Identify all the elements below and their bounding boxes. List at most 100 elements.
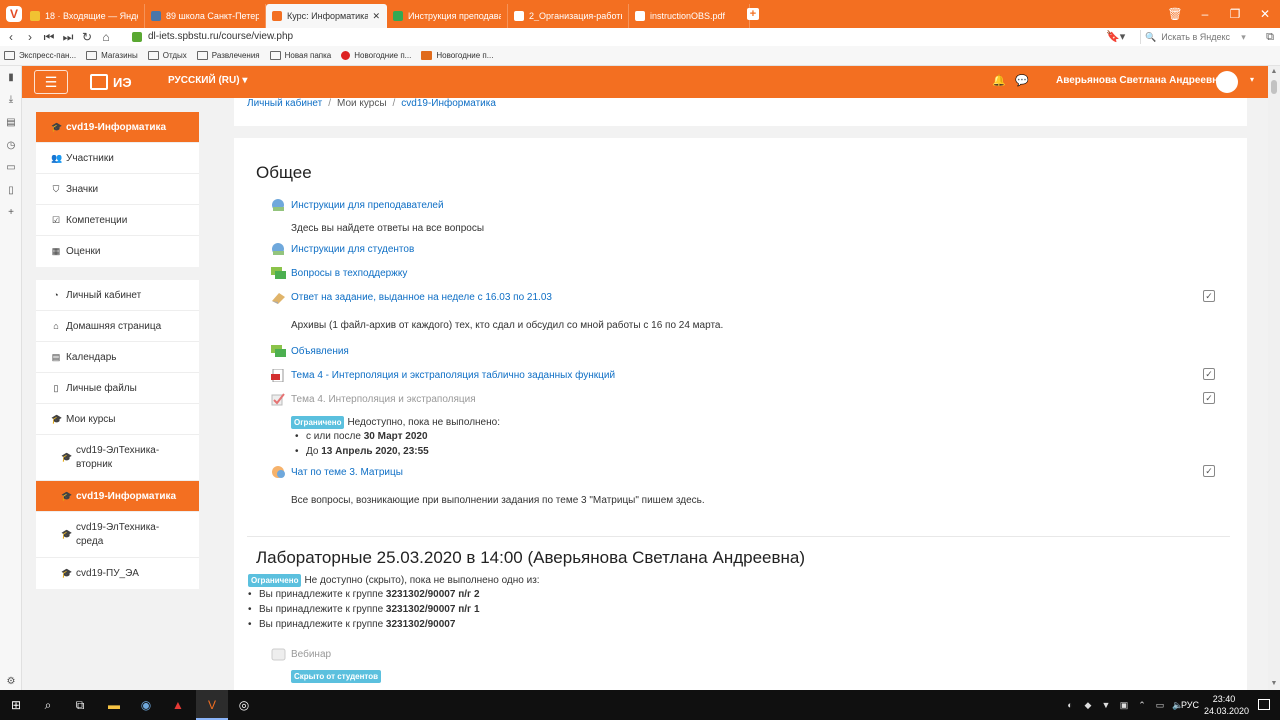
add-panel-icon[interactable]: +	[5, 207, 17, 218]
activity-item[interactable]: Вопросы в техподдержку	[271, 267, 407, 280]
activity-link[interactable]: Ответ на задание, выданное на неделе с 1…	[291, 292, 552, 303]
activity-link[interactable]: Инструкции для студентов	[291, 244, 414, 255]
tab-close-icon[interactable]: ✕	[372, 11, 380, 22]
tray-vivaldi-icon[interactable]: ▼	[1100, 700, 1112, 710]
bookmark-item[interactable]: Отдых	[147, 51, 187, 60]
vivaldi-menu-icon[interactable]: V	[6, 6, 22, 22]
tray-app-icon[interactable]: ▣	[1118, 700, 1130, 711]
bookmark-item[interactable]: Развлечения	[196, 51, 260, 60]
network-icon[interactable]: ▭	[1154, 700, 1166, 711]
nav-item-my-courses[interactable]: 🎓 Мои курсы	[36, 404, 199, 435]
nav-item-competencies[interactable]: ☑ Компетенции	[36, 205, 199, 236]
scroll-down-icon[interactable]: ▼	[1268, 678, 1280, 690]
nav-item-course-link-active[interactable]: 🎓 cvd19-Информатика	[36, 481, 199, 512]
bookmark-item[interactable]: Новая папка	[269, 51, 331, 60]
vivaldi-app-icon[interactable]: V	[196, 690, 228, 720]
tray-chevron-icon[interactable]: ⌃	[1136, 700, 1148, 711]
completion-checkbox-icon[interactable]: ✓	[1203, 290, 1215, 302]
nav-item-course-link[interactable]: 🎓 cvd19-ПУ_ЭА	[36, 558, 199, 589]
breadcrumb-link[interactable]: cvd19-Информатика	[401, 98, 496, 109]
window-panel-icon[interactable]: ▭	[5, 162, 17, 173]
nav-item-course[interactable]: 🎓 cvd19-Информатика	[36, 112, 199, 143]
tray-app-icon[interactable]: ◆	[1082, 700, 1094, 711]
minimize-icon[interactable]: –	[1190, 0, 1220, 28]
activity-link[interactable]: Инструкции для преподавателей	[291, 200, 444, 211]
chevron-down-icon[interactable]: ▾	[1241, 30, 1246, 44]
notes-icon[interactable]: ▤	[5, 117, 17, 128]
drawer-toggle-button[interactable]: ☰	[34, 70, 68, 94]
completion-checkbox-icon[interactable]: ✓	[1203, 465, 1215, 477]
notification-center-icon[interactable]	[1258, 699, 1270, 710]
browser-tab-active[interactable]: Курс: Информатика ✕	[266, 4, 387, 28]
browser-tab[interactable]: 89 школа Санкт-Петербург	[145, 4, 266, 28]
activity-item[interactable]: Инструкции для студентов	[271, 243, 414, 256]
activity-item-restricted[interactable]: Тема 4. Интерполяция и экстраполяция	[271, 393, 476, 406]
search-input[interactable]	[1161, 32, 1242, 42]
activity-link[interactable]: Вебинар	[291, 649, 331, 660]
nav-item-badges[interactable]: ⛉ Значки	[36, 174, 199, 205]
close-window-icon[interactable]: ✕	[1250, 0, 1280, 28]
messages-icon[interactable]: 💬	[1015, 74, 1029, 87]
trash-icon[interactable]: 🗑	[1160, 0, 1190, 28]
acrobat-icon[interactable]: ▲	[162, 690, 194, 720]
nav-item-course-link[interactable]: 🎓 cvd19-ЭлТехника-вторник	[36, 435, 199, 481]
site-logo[interactable]: ИЭ	[90, 73, 132, 91]
bookmark-item[interactable]: Экспресс-пан...	[4, 51, 76, 60]
user-caret-icon[interactable]: ▾	[1250, 75, 1254, 84]
obs-app-icon[interactable]: ◎	[228, 690, 260, 720]
browser-tab[interactable]: Инструкция преподавателя	[387, 4, 508, 28]
avatar[interactable]	[1216, 71, 1238, 93]
home-icon[interactable]: ⌂	[99, 28, 113, 46]
nav-item-participants[interactable]: 👥 Участники	[36, 143, 199, 174]
activity-link[interactable]: Вопросы в техподдержку	[291, 268, 407, 279]
restore-icon[interactable]: ❐	[1220, 0, 1250, 28]
bookmarks-panel-icon[interactable]: ▮	[5, 72, 17, 83]
scroll-up-icon[interactable]: ▲	[1268, 66, 1280, 78]
search-field[interactable]: 🔍 ▾	[1140, 30, 1252, 44]
reload-icon[interactable]: ↻	[80, 28, 94, 46]
activity-link[interactable]: Тема 4 - Интерполяция и экстраполяция та…	[291, 370, 615, 381]
back-icon[interactable]: ‹	[4, 28, 18, 46]
taskbar-clock[interactable]: 23:40 24.03.2020	[1204, 693, 1249, 717]
browser-app-icon[interactable]: ◉	[130, 690, 162, 720]
browser-tab[interactable]: 2_Организация-работы-на	[508, 4, 629, 28]
nav-item-dashboard[interactable]: ◔ Личный кабинет	[36, 280, 199, 311]
taskbar-search-icon[interactable]: ⌕	[32, 690, 64, 720]
nav-item-files[interactable]: ▯ Личные файлы	[36, 373, 199, 404]
task-view-icon[interactable]: ⧉	[64, 690, 96, 720]
nav-item-calendar[interactable]: ▤ Календарь	[36, 342, 199, 373]
nav-item-grades[interactable]: ▦ Оценки	[36, 236, 199, 267]
activity-item[interactable]: Тема 4 - Интерполяция и экстраполяция та…	[271, 369, 615, 382]
page-scrollbar[interactable]: ▲ ▼	[1268, 66, 1280, 690]
new-tab-icon[interactable]: +	[747, 8, 759, 20]
settings-gear-icon[interactable]: ⚙	[5, 676, 17, 687]
bookmark-icon[interactable]: 🔖▾	[1106, 28, 1125, 46]
breadcrumb-link[interactable]: Личный кабинет	[247, 98, 322, 109]
breadcrumb-link[interactable]: Мои курсы	[337, 98, 387, 109]
completion-checkbox-icon[interactable]: ✓	[1203, 392, 1215, 404]
activity-item[interactable]: Ответ на задание, выданное на неделе с 1…	[271, 291, 552, 304]
rewind-icon[interactable]: ⏮	[42, 28, 56, 46]
language-menu[interactable]: РУССКИЙ (RU) ▾	[168, 75, 247, 86]
activity-item[interactable]: Чат по теме 3. Матрицы	[271, 466, 403, 479]
bookmark-item[interactable]: Новогодние п...	[421, 51, 493, 60]
activity-link[interactable]: Объявления	[291, 346, 349, 357]
completion-checkbox-icon[interactable]: ✓	[1203, 368, 1215, 380]
nav-item-home[interactable]: ⌂ Домашняя страница	[36, 311, 199, 342]
activity-link[interactable]: Тема 4. Интерполяция и экстраполяция	[291, 394, 476, 405]
notifications-bell-icon[interactable]: 🔔	[992, 74, 1006, 87]
document-icon[interactable]: ▯	[5, 185, 17, 196]
url-field[interactable]: dl-iets.spbstu.ru/course/view.php	[132, 30, 1138, 44]
tray-app-icon[interactable]: ◐	[1064, 700, 1076, 710]
extensions-icon[interactable]: ⧉	[1266, 28, 1274, 46]
activity-item-restricted[interactable]: Вебинар	[271, 648, 331, 661]
activity-item[interactable]: Инструкции для преподавателей	[271, 199, 444, 212]
browser-tab[interactable]: 18 · Входящие — Яндекс.Почта	[24, 4, 145, 28]
start-windows-icon[interactable]: ⊞	[0, 690, 32, 720]
file-explorer-icon[interactable]: ▬	[98, 690, 130, 720]
downloads-icon[interactable]: ⤓	[5, 94, 17, 105]
nav-item-course-link[interactable]: 🎓 cvd19-ЭлТехника-среда	[36, 512, 199, 558]
history-icon[interactable]: ◷	[5, 140, 17, 151]
fast-forward-icon[interactable]: ⏭	[61, 28, 75, 46]
activity-item[interactable]: Объявления	[271, 345, 349, 358]
